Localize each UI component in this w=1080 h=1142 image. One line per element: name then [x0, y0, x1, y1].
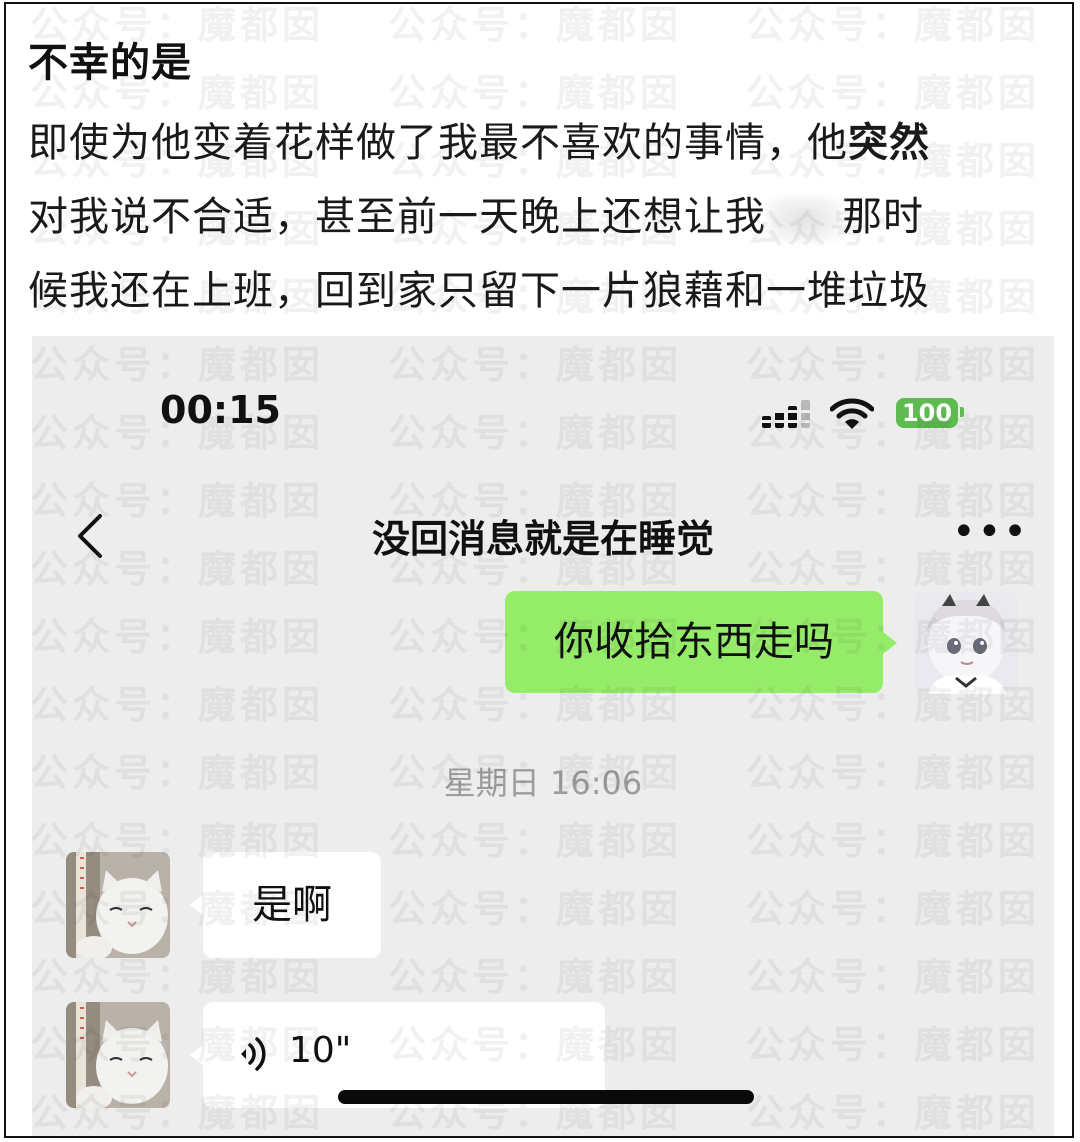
post-line-3: 候我还在上班，回到家只留下一片狼藉和一堆垃圾	[28, 268, 930, 314]
chat-title: 没回消息就是在睡觉	[371, 517, 714, 561]
post-title: 不幸的是	[28, 40, 192, 86]
bubble-tail	[190, 1044, 204, 1066]
battery-icon: 100	[896, 398, 958, 428]
chat-screenshot: 00:15 100 没回消息就是在睡觉 ••• 你收拾东西走吗 星期日 16:0…	[32, 336, 1054, 1136]
home-indicator	[338, 1090, 754, 1104]
signal-icon	[762, 400, 810, 428]
post-line-1: 即使为他变着花样做了我最不喜欢的事情，他突然	[28, 120, 930, 166]
battery-tip	[960, 407, 964, 417]
more-options-icon[interactable]: •••	[952, 512, 1029, 552]
post-body: 即使为他变着花样做了我最不喜欢的事情，他突然 对我说不合适，甚至前一天晚上还想让…	[28, 106, 1058, 328]
my-avatar[interactable]	[914, 592, 1018, 694]
chat-timestamp: 星期日 16:06	[443, 764, 643, 802]
incoming-message-bubble[interactable]: 是啊	[203, 852, 381, 958]
wifi-icon	[830, 398, 874, 429]
bubble-tail	[883, 632, 897, 654]
outgoing-message-bubble[interactable]: 你收拾东西走吗	[505, 591, 883, 693]
redacted-blur	[766, 196, 842, 242]
contact-avatar[interactable]	[66, 1002, 170, 1108]
post-frame: 不幸的是 即使为他变着花样做了我最不喜欢的事情，他突然 对我说不合适，甚至前一天…	[4, 2, 1074, 1138]
bubble-tail	[190, 894, 204, 916]
status-time: 00:15	[160, 388, 281, 432]
post-line-2: 对我说不合适，甚至前一天晚上还想让我 那时	[28, 194, 924, 242]
contact-avatar[interactable]	[66, 852, 170, 958]
voice-wave-icon	[241, 1037, 266, 1071]
voice-duration: 10"	[289, 1030, 352, 1071]
